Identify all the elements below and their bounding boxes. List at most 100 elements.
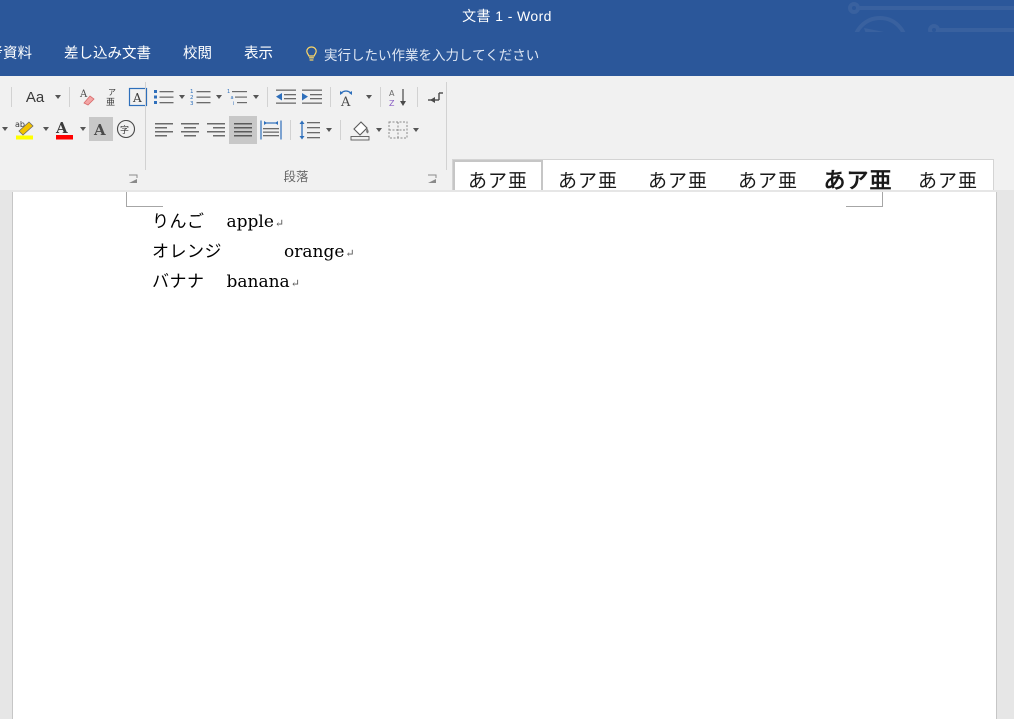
document-area[interactable]: りんご apple ↵ オレンジ orange ↵ バナナ banana ↵ bbox=[0, 190, 1014, 719]
align-center-button[interactable] bbox=[177, 117, 203, 143]
paragraph-group-row-2 bbox=[151, 116, 422, 144]
shading-bucket-icon bbox=[350, 121, 370, 141]
phonetic-guide-button[interactable]: ア 亜 bbox=[101, 84, 125, 110]
divider bbox=[290, 120, 291, 140]
paragraph-group: 1 2 3 1 a i A A Z 段落 bbox=[146, 76, 446, 189]
svg-text:A: A bbox=[389, 89, 395, 98]
svg-text:3: 3 bbox=[190, 101, 194, 106]
title-bar: 文書 1 - Word bbox=[0, 0, 1014, 32]
chevron-down-icon[interactable] bbox=[216, 95, 222, 99]
dialog-launcher-icon bbox=[428, 174, 437, 183]
chevron-down-icon[interactable] bbox=[366, 95, 372, 99]
chevron-down-icon[interactable] bbox=[55, 95, 61, 99]
line-spacing-button[interactable] bbox=[296, 117, 324, 143]
align-left-button[interactable] bbox=[151, 117, 177, 143]
tab-review[interactable]: 校閲 bbox=[167, 32, 228, 76]
text-highlight-color-button[interactable]: ab bbox=[11, 116, 41, 142]
divider bbox=[330, 87, 331, 107]
font-group-row-1: Aa A ア 亜 A bbox=[6, 84, 151, 110]
chevron-down-icon[interactable] bbox=[326, 128, 332, 132]
decrease-indent-button[interactable] bbox=[273, 84, 299, 110]
chevron-down-icon[interactable] bbox=[253, 95, 259, 99]
divider bbox=[380, 87, 381, 107]
tab-mailings[interactable]: 差し込み文書 bbox=[48, 32, 167, 76]
align-center-icon bbox=[181, 123, 199, 137]
sort-button[interactable]: A Z bbox=[386, 84, 412, 110]
enclose-characters-button[interactable]: 字 bbox=[113, 116, 139, 142]
distribute-icon bbox=[260, 120, 282, 140]
ribbon: Aa A ア 亜 A ab A A 字 1 2 3 1 a i A A Z 段落… bbox=[0, 76, 1014, 231]
change-case-button[interactable]: Aa bbox=[17, 84, 53, 110]
pilcrow-icon bbox=[428, 92, 443, 103]
line-text-jp: りんご bbox=[152, 212, 205, 232]
paragraph-dialog-launcher[interactable] bbox=[427, 172, 438, 183]
svg-text:i: i bbox=[233, 101, 234, 106]
change-case-label: Aa bbox=[25, 88, 45, 106]
borders-button[interactable] bbox=[385, 117, 411, 143]
line-text-en: banana bbox=[226, 272, 290, 292]
svg-text:亜: 亜 bbox=[106, 97, 115, 107]
asian-layout-icon: A bbox=[340, 90, 352, 107]
line-text-jp: バナナ bbox=[152, 272, 205, 292]
window-title: 文書 1 - Word bbox=[462, 8, 552, 24]
svg-text:A: A bbox=[93, 121, 106, 139]
justify-button[interactable] bbox=[229, 116, 257, 144]
line-spacing-icon bbox=[299, 120, 320, 140]
numbered-list-icon: 1 2 3 bbox=[190, 89, 211, 106]
chevron-down-icon[interactable] bbox=[376, 128, 382, 132]
chevron-down-icon[interactable] bbox=[2, 127, 8, 131]
chevron-down-icon[interactable] bbox=[43, 127, 49, 131]
multilevel-list-icon: 1 a i bbox=[227, 89, 247, 106]
svg-text:A: A bbox=[340, 95, 351, 107]
tab-references[interactable]: 参考資料 bbox=[0, 32, 48, 76]
chevron-down-icon[interactable] bbox=[80, 127, 86, 131]
document-line[interactable]: バナナ banana ↵ bbox=[152, 267, 300, 292]
word-window: 文書 1 - Word 参考資料 差し込み文書 校閲 表示 bbox=[0, 0, 1014, 719]
divider bbox=[340, 120, 341, 140]
text-effects-icon: A bbox=[93, 121, 106, 139]
text-effects-button[interactable]: A bbox=[89, 117, 113, 141]
clear-format-icon: A bbox=[79, 89, 95, 106]
chevron-down-icon[interactable] bbox=[413, 128, 419, 132]
bullets-button[interactable] bbox=[151, 84, 177, 110]
margin-marker-left bbox=[126, 192, 163, 207]
tell-me-box[interactable]: 実行したい作業を入力してください bbox=[305, 32, 539, 76]
document-line[interactable]: りんご apple ↵ bbox=[152, 207, 284, 232]
document-page[interactable]: りんご apple ↵ オレンジ orange ↵ バナナ banana ↵ bbox=[12, 192, 997, 719]
dialog-launcher-icon bbox=[129, 174, 138, 183]
lightbulb-icon bbox=[306, 45, 317, 61]
justify-icon bbox=[234, 122, 252, 136]
paragraph-mark: ↵ bbox=[345, 247, 355, 260]
font-dialog-launcher[interactable] bbox=[128, 172, 139, 183]
chevron-down-icon[interactable] bbox=[179, 95, 185, 99]
line-text-en: orange bbox=[284, 242, 345, 262]
increase-indent-button[interactable] bbox=[299, 84, 325, 110]
numbering-button[interactable]: 1 2 3 bbox=[188, 84, 214, 110]
document-line[interactable]: オレンジ orange ↵ bbox=[152, 237, 355, 262]
font-group: Aa A ア 亜 A ab A A 字 bbox=[0, 76, 148, 189]
paragraph-group-label: 段落 bbox=[283, 170, 309, 184]
ribbon-tab-strip: 参考資料 差し込み文書 校閲 表示 実行したい作業を入力してください bbox=[0, 32, 1014, 76]
font-color-button[interactable]: A bbox=[52, 116, 78, 142]
svg-text:ア: ア bbox=[108, 88, 116, 97]
distribute-button[interactable] bbox=[257, 117, 285, 143]
phonetic-guide-icon: ア 亜 bbox=[106, 88, 116, 107]
paragraph-mark: ↵ bbox=[290, 277, 300, 290]
borders-icon bbox=[388, 121, 408, 139]
asian-layout-button[interactable]: A bbox=[336, 84, 364, 110]
tab-view[interactable]: 表示 bbox=[228, 32, 289, 76]
svg-text:A: A bbox=[55, 119, 68, 137]
clear-formatting-button[interactable]: A bbox=[75, 84, 101, 110]
paragraph-group-row-1: 1 2 3 1 a i A A Z bbox=[151, 84, 449, 110]
align-right-button[interactable] bbox=[203, 117, 229, 143]
align-left-icon bbox=[155, 123, 173, 137]
sort-az-icon: A Z bbox=[389, 89, 406, 107]
svg-text:A: A bbox=[79, 89, 88, 100]
decrease-indent-icon bbox=[276, 89, 296, 104]
shading-button[interactable] bbox=[346, 117, 374, 143]
margin-marker-right bbox=[846, 192, 883, 207]
font-group-row-2: ab A A 字 bbox=[0, 116, 139, 142]
highlight-icon: ab bbox=[15, 120, 34, 140]
line-text-en: apple bbox=[226, 212, 274, 232]
multilevel-list-button[interactable]: 1 a i bbox=[225, 84, 251, 110]
